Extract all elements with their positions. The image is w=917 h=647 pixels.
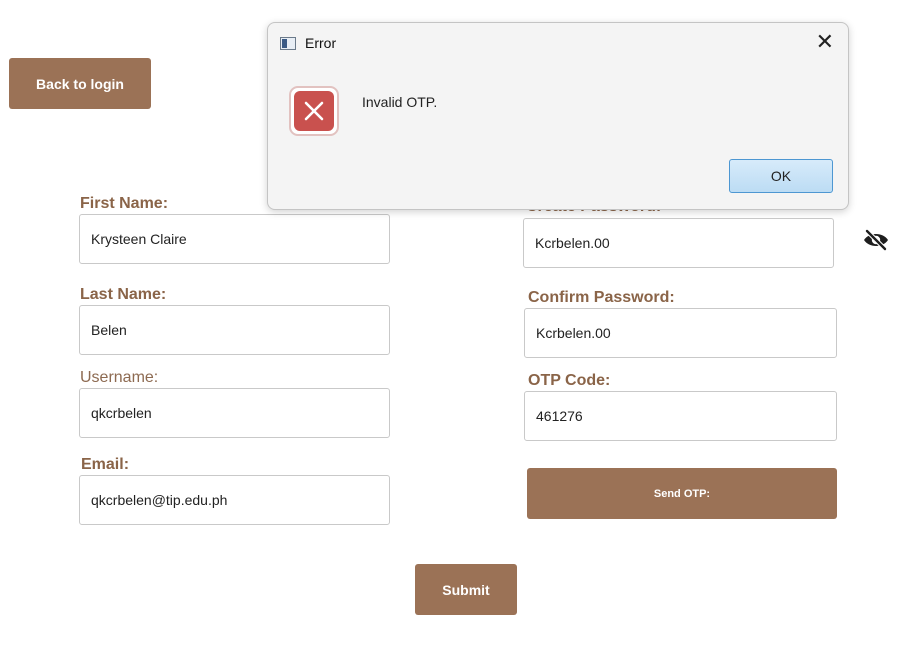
back-to-login-button[interactable]: Back to login: [9, 58, 151, 109]
email-input[interactable]: [79, 475, 390, 525]
submit-button[interactable]: Submit: [415, 564, 517, 615]
last-name-input[interactable]: [79, 305, 390, 355]
create-password-input[interactable]: [523, 218, 834, 268]
first-name-input[interactable]: [79, 214, 390, 264]
otp-code-label: OTP Code:: [528, 372, 611, 389]
dialog-title: Error: [305, 35, 337, 51]
error-dialog: Error ✕ Invalid OTP. OK: [267, 22, 849, 210]
send-otp-button[interactable]: Send OTP:: [527, 468, 837, 519]
window-icon: [280, 37, 296, 50]
dialog-message: Invalid OTP.: [362, 94, 438, 110]
otp-code-input[interactable]: [524, 391, 837, 441]
username-label: Username:: [80, 369, 159, 386]
email-label: Email:: [81, 456, 130, 473]
last-name-label: Last Name:: [80, 286, 167, 303]
eye-slash-icon[interactable]: [861, 229, 891, 251]
confirm-password-input[interactable]: [524, 308, 837, 358]
confirm-password-label: Confirm Password:: [528, 289, 675, 306]
close-icon[interactable]: ✕: [816, 31, 834, 53]
first-name-label: First Name:: [80, 195, 169, 212]
username-input[interactable]: [79, 388, 390, 438]
error-icon: [289, 86, 339, 136]
ok-button[interactable]: OK: [729, 159, 833, 193]
